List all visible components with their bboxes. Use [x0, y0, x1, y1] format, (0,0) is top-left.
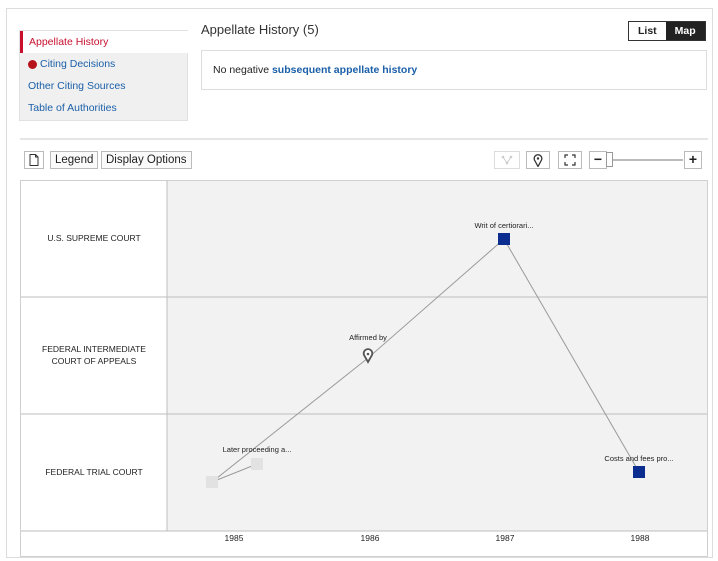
display-options-button[interactable]: Display Options — [101, 151, 192, 169]
zoom-slider-track[interactable] — [610, 159, 683, 161]
layout-button[interactable] — [494, 151, 520, 169]
network-icon — [501, 155, 513, 165]
node-label[interactable]: Writ of certiorari... — [474, 221, 533, 230]
sidebar-item-label: Table of Authorities — [28, 102, 117, 114]
page-title: Appellate History (5) — [201, 22, 319, 37]
sidebar-item-citing-decisions[interactable]: Citing Decisions — [20, 53, 189, 75]
expand-icon — [564, 154, 576, 166]
court-label-appeals: FEDERAL INTERMEDIATE COURT OF APPEALS — [42, 344, 146, 366]
map-view-button[interactable]: Map — [665, 22, 705, 40]
sidebar-item-label: Citing Decisions — [40, 58, 116, 70]
sidebar-item-appellate-history[interactable]: Appellate History — [20, 31, 189, 53]
year-label: 1988 — [630, 533, 650, 543]
list-view-button[interactable]: List — [629, 22, 666, 40]
node-later-proceeding — [251, 458, 263, 470]
court-label-supreme: U.S. SUPREME COURT — [47, 233, 141, 244]
subsequent-history-link[interactable]: subsequent appellate history — [272, 64, 417, 76]
divider — [20, 138, 708, 140]
node-costs-and-fees — [633, 466, 645, 478]
zoom-in-button[interactable]: + — [684, 151, 702, 169]
year-label: 1986 — [360, 533, 380, 543]
sidebar-item-other-citing-sources[interactable]: Other Citing Sources — [20, 75, 189, 97]
export-document-button[interactable] — [24, 151, 44, 169]
zoom-out-button[interactable]: − — [589, 151, 607, 169]
map-pin-icon — [533, 154, 543, 168]
node-label[interactable]: Later proceeding a... — [223, 445, 292, 454]
sidebar-item-label: Appellate History — [29, 36, 109, 48]
fit-to-screen-button[interactable] — [558, 151, 582, 169]
status-message: No negative subsequent appellate history — [201, 50, 707, 90]
locate-button[interactable] — [526, 151, 550, 169]
node-label[interactable]: Affirmed by — [349, 333, 387, 342]
grid-background — [167, 181, 707, 531]
node-origin-case — [206, 476, 218, 488]
zoom-slider-handle[interactable] — [606, 152, 613, 167]
status-message-text: No negative — [213, 64, 272, 76]
legend-button[interactable]: Legend — [50, 151, 99, 169]
view-toggle: List Map — [628, 21, 706, 41]
court-label-trial: FEDERAL TRIAL COURT — [45, 466, 143, 477]
node-label[interactable]: Costs and fees pro... — [604, 454, 673, 463]
document-icon — [29, 154, 39, 166]
node-writ-of-certiorari — [498, 233, 510, 245]
sidebar-item-table-of-authorities[interactable]: Table of Authorities — [20, 97, 189, 119]
year-label: 1987 — [495, 533, 515, 543]
year-label: 1985 — [224, 533, 244, 543]
appellate-history-map[interactable]: U.S. SUPREME COURT FEDERAL INTERMEDIATE … — [20, 180, 708, 557]
sidebar-nav: Appellate History Citing Decisions Other… — [19, 30, 189, 121]
sidebar-item-label: Other Citing Sources — [28, 80, 126, 92]
red-flag-icon — [28, 59, 37, 69]
